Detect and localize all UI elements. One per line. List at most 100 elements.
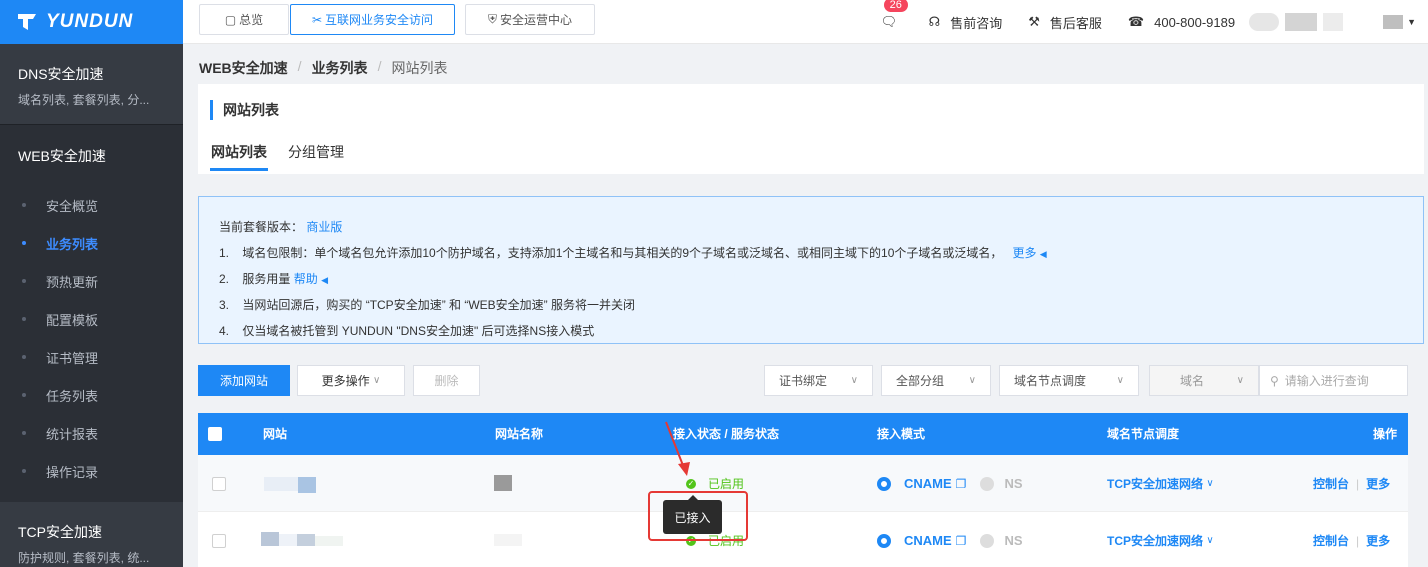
delete-button[interactable]: 删除 bbox=[413, 365, 480, 396]
breadcrumb-separator: / bbox=[377, 58, 382, 74]
shield-icon: ⛨ bbox=[487, 12, 497, 26]
annotation-arrow-icon bbox=[665, 421, 690, 476]
scheduling-dropdown[interactable]: TCP安全加速网络 ∨ bbox=[1107, 455, 1214, 512]
copy-icon[interactable]: ❐ bbox=[956, 534, 967, 548]
cname-radio[interactable] bbox=[877, 476, 891, 491]
filter-label: 全部分组 bbox=[896, 374, 945, 388]
chevron-down-icon: ∨ bbox=[1206, 535, 1214, 546]
breadcrumb-item[interactable]: WEB安全加速 bbox=[199, 58, 288, 78]
aftersales-service-link[interactable]: ⚒ 售后客服 bbox=[1028, 13, 1102, 32]
tab-internet-security-access[interactable]: ✂ 互联网业务安全访问 bbox=[290, 4, 455, 35]
account-name-redacted bbox=[1285, 13, 1318, 31]
annotation-highlight-box bbox=[648, 491, 748, 541]
logo-bar[interactable]: YUNDUN bbox=[0, 0, 183, 44]
sidebar-item-certificates[interactable]: 证书管理 bbox=[0, 338, 183, 376]
sidebar-section-web[interactable]: WEB安全加速 bbox=[0, 124, 183, 184]
tab-overview[interactable]: ▢ 总览 bbox=[199, 4, 289, 35]
breadcrumb: WEB安全加速 / 业务列表 / 网站列表 bbox=[199, 58, 447, 78]
notice-text: 仅当域名被托管到 YUNDUN "DNS安全加速" 后可选择NS接入模式 bbox=[242, 324, 595, 338]
sidebar: YUNDUN DNS安全加速 域名列表, 套餐列表, 分... WEB安全加速 … bbox=[0, 0, 183, 567]
table-header: 网站 网站名称 接入状态 / 服务状态 接入模式 域名节点调度 操作 bbox=[198, 413, 1408, 455]
sidebar-section-tcp[interactable]: TCP安全加速 防护规则, 套餐列表, 统... bbox=[0, 502, 183, 567]
notice-item: 1. 域名包限制：单个域名包允许添加10个防护域名，支持添加1个主域名和与其相关… bbox=[219, 240, 1403, 266]
console-link[interactable]: 控制台 bbox=[1313, 532, 1349, 549]
website-domain-redacted[interactable] bbox=[261, 532, 279, 546]
sidebar-item-prefetch[interactable]: 预热更新 bbox=[0, 262, 183, 300]
column-header-website[interactable]: 网站 bbox=[263, 413, 287, 455]
node-scheduling-filter[interactable]: 域名节点调度 ∨ bbox=[999, 365, 1139, 396]
cname-radio[interactable] bbox=[877, 533, 891, 548]
more-actions-dropdown[interactable]: 更多操作 ∨ bbox=[297, 365, 405, 396]
search-input[interactable]: ⚲ 请输入进行查询 bbox=[1259, 365, 1408, 396]
phone-link[interactable]: ☎ 400-800-9189 bbox=[1128, 14, 1235, 30]
column-header-name[interactable]: 网站名称 bbox=[495, 413, 543, 455]
add-website-button[interactable]: 添加网站 bbox=[198, 365, 290, 396]
tab-label: 总览 bbox=[239, 13, 264, 27]
more-link[interactable]: 更多 bbox=[1366, 475, 1390, 492]
website-domain-redacted bbox=[297, 534, 315, 546]
notice-number: 4. bbox=[219, 324, 230, 338]
sidebar-item-reports[interactable]: 统计报表 bbox=[0, 414, 183, 452]
table-row[interactable]: ✓ 已启用 CNAME ❐ NS TCP安全加速网络 ∨ 控制台 | 更多 bbox=[198, 512, 1408, 567]
cert-binding-filter[interactable]: 证书绑定 ∨ bbox=[764, 365, 873, 396]
website-name-redacted bbox=[494, 475, 512, 491]
group-filter[interactable]: 全部分组 ∨ bbox=[881, 365, 991, 396]
copy-icon[interactable]: ❐ bbox=[956, 477, 967, 491]
sidebar-item-business-list[interactable]: 业务列表 bbox=[0, 224, 183, 262]
tab-label: 互联网业务安全访问 bbox=[325, 13, 434, 27]
more-link[interactable]: 更多 bbox=[1012, 246, 1036, 260]
scheduling-value: TCP安全加速网络 bbox=[1107, 477, 1204, 491]
chevron-down-icon: ∨ bbox=[1116, 375, 1124, 386]
row-checkbox[interactable] bbox=[212, 477, 226, 491]
bullet-icon bbox=[22, 279, 26, 283]
messages-button[interactable]: 🗨 26 bbox=[881, 0, 908, 30]
sidebar-item-logs[interactable]: 操作记录 bbox=[0, 452, 183, 490]
row-checkbox[interactable] bbox=[212, 534, 226, 548]
breadcrumb-item[interactable]: 业务列表 bbox=[312, 58, 368, 78]
more-link[interactable]: 更多 bbox=[1366, 532, 1390, 549]
topbar-right: 🗨 26 ☊ 售前咨询 ⚒ 售后客服 ☎ 400-800-9189 ▼ bbox=[881, 0, 1428, 44]
select-all-checkbox[interactable] bbox=[208, 427, 222, 441]
tab-group-management[interactable]: 分组管理 bbox=[288, 142, 344, 162]
chevron-down-icon[interactable]: ▼ bbox=[1407, 17, 1416, 27]
scheduling-dropdown[interactable]: TCP安全加速网络 ∨ bbox=[1107, 512, 1214, 567]
presales-consult-link[interactable]: ☊ 售前咨询 bbox=[929, 13, 1003, 32]
chevron-down-icon: ∨ bbox=[1236, 375, 1244, 386]
console-link[interactable]: 控制台 bbox=[1313, 475, 1349, 492]
table-row[interactable]: ✓ 已启用 CNAME ❐ NS TCP安全加速网络 ∨ 控制台 | 更多 bbox=[198, 455, 1408, 512]
actions-cell: 控制台 | 更多 bbox=[1313, 512, 1390, 567]
sidebar-section-dns[interactable]: DNS安全加速 域名列表, 套餐列表, 分... bbox=[0, 44, 183, 124]
column-header-scheduling[interactable]: 域名节点调度 bbox=[1107, 413, 1179, 455]
phone-icon: ☎ bbox=[1127, 14, 1145, 29]
help-link[interactable]: 帮助 bbox=[294, 272, 318, 286]
divider: | bbox=[1356, 476, 1360, 491]
notice-number: 2. bbox=[219, 272, 230, 286]
notice-text: 当网站回源后，购买的 “TCP安全加速” 和 “WEB安全加速” 服务将一并关闭 bbox=[242, 298, 636, 312]
plan-label: 当前套餐版本： bbox=[219, 220, 304, 234]
sidebar-item-templates[interactable]: 配置模板 bbox=[0, 300, 183, 338]
yundun-logo-icon bbox=[18, 14, 36, 30]
page-header-card: 网站列表 网站列表 分组管理 bbox=[198, 84, 1424, 174]
website-name-redacted bbox=[494, 534, 522, 546]
tab-security-ops-center[interactable]: ⛨ 安全运营中心 bbox=[465, 4, 595, 35]
avatar[interactable] bbox=[1383, 15, 1404, 29]
sidebar-item-overview[interactable]: 安全概览 bbox=[0, 186, 183, 224]
search-field-select[interactable]: 域名 ∨ bbox=[1149, 365, 1259, 396]
plan-notice: 当前套餐版本： 商业版 1. 域名包限制：单个域名包允许添加10个防护域名，支持… bbox=[198, 196, 1424, 344]
sidebar-item-label: 证书管理 bbox=[46, 350, 99, 366]
chevron-down-icon: ∨ bbox=[373, 375, 381, 386]
tab-website-list[interactable]: 网站列表 bbox=[211, 142, 267, 162]
chat-bubble-icon: ▢ bbox=[224, 12, 237, 27]
website-domain-redacted bbox=[315, 536, 343, 546]
column-header-mode[interactable]: 接入模式 bbox=[877, 413, 925, 455]
website-domain-redacted[interactable] bbox=[264, 477, 298, 491]
mode-cell: CNAME ❐ NS bbox=[877, 455, 1023, 512]
ns-radio[interactable] bbox=[980, 476, 995, 491]
notice-number: 1. bbox=[219, 246, 230, 260]
caret-left-icon: ◀ bbox=[321, 275, 328, 285]
sidebar-item-tasks[interactable]: 任务列表 bbox=[0, 376, 183, 414]
bullet-icon bbox=[22, 241, 26, 245]
plan-value-link[interactable]: 商业版 bbox=[306, 220, 342, 234]
account-name-redacted bbox=[1323, 13, 1344, 31]
ns-radio[interactable] bbox=[980, 533, 995, 548]
